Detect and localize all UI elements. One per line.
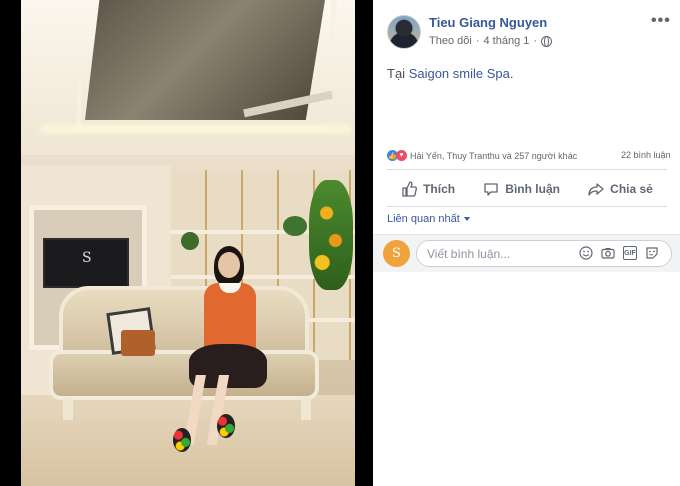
commenter-avatar: S xyxy=(383,240,410,267)
gif-icon[interactable]: GIF xyxy=(623,246,637,260)
post-side-panel: Tieu Giang Nguyen Theo dõi · 4 tháng 1 ·… xyxy=(373,0,680,486)
love-icon: ♥ xyxy=(396,150,407,161)
post-date[interactable]: 4 tháng 1 xyxy=(483,35,529,47)
meta-separator: · xyxy=(475,35,480,47)
action-bar: Thích Bình luận Chia sẻ xyxy=(387,174,667,204)
photo-woman-head xyxy=(218,252,240,278)
share-button[interactable]: Chia sẻ xyxy=(588,181,653,197)
share-label: Chia sẻ xyxy=(610,182,653,196)
thumbs-up-icon xyxy=(402,181,418,197)
comments-count[interactable]: 22 bình luận xyxy=(621,150,671,160)
share-icon xyxy=(588,183,604,196)
caret-down-icon xyxy=(463,217,470,221)
photo-sofa-leg xyxy=(63,398,73,420)
comment-sort-label: Liên quan nhất xyxy=(387,213,460,225)
like-label: Thích xyxy=(423,182,456,196)
photo-woman-dress xyxy=(204,283,256,353)
sticker-icon[interactable] xyxy=(645,246,659,260)
post-meta: Theo dõi · 4 tháng 1 · xyxy=(429,35,553,47)
reaction-names: Hải Yến, Thuy Tranthu và 257 người khác xyxy=(410,150,578,161)
photo-plant xyxy=(181,232,199,250)
globe-icon xyxy=(541,35,553,47)
post-text-prefix: Tại xyxy=(387,66,406,81)
photo-flowers xyxy=(309,180,353,290)
place-link[interactable]: Saigon smile Spa xyxy=(409,66,510,81)
like-button[interactable]: Thích xyxy=(401,181,455,197)
divider xyxy=(387,169,667,170)
comment-sort-dropdown[interactable]: Liên quan nhất xyxy=(387,213,470,225)
reaction-summary[interactable]: 👍 ♥ Hải Yến, Thuy Tranthu và 257 người k… xyxy=(387,150,577,161)
tv-logo: S xyxy=(82,250,92,266)
follow-link[interactable]: Theo dõi xyxy=(429,35,472,47)
comment-icon xyxy=(484,183,498,196)
photo-plant xyxy=(283,216,307,236)
photo-shoe xyxy=(217,414,235,438)
photo-tv: S xyxy=(43,238,129,288)
divider xyxy=(387,206,667,207)
camera-icon[interactable] xyxy=(601,246,615,260)
author-name[interactable]: Tieu Giang Nguyen xyxy=(429,15,547,30)
meta-separator: · xyxy=(533,35,538,47)
photo-viewer: S xyxy=(0,0,373,486)
author-avatar[interactable] xyxy=(387,15,421,49)
photo-sofa-leg xyxy=(301,398,311,420)
post-text: Tại Saigon smile Spa. xyxy=(387,66,513,81)
emoji-icon[interactable] xyxy=(579,246,593,260)
comment-button[interactable]: Bình luận xyxy=(483,181,560,197)
photo-shoe xyxy=(173,428,191,452)
comment-label: Bình luận xyxy=(505,182,560,196)
photo-handbag xyxy=(121,330,155,356)
post-photo[interactable]: S xyxy=(21,0,355,486)
more-options-icon[interactable]: ••• xyxy=(651,12,671,30)
comment-composer: S GIF xyxy=(373,234,680,272)
post-text-suffix: . xyxy=(509,66,514,81)
comment-input-icons: GIF xyxy=(579,246,659,260)
photo-cove-light xyxy=(41,125,351,133)
